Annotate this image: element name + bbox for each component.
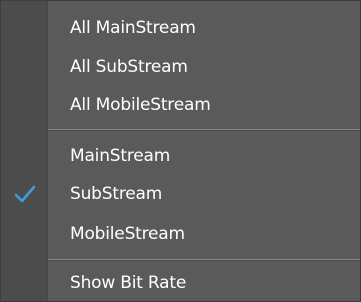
menu-separator <box>48 259 360 261</box>
menu-item-substream[interactable]: SubStream <box>1 176 360 212</box>
context-menu: All MainStream All SubStream All MobileS… <box>0 0 361 302</box>
menu-item-show-bit-rate[interactable]: Show Bit Rate <box>1 265 360 301</box>
menu-item-label: MobileStream <box>70 224 185 244</box>
menu-item-label: SubStream <box>70 184 163 204</box>
menu-item-label: MainStream <box>70 146 171 166</box>
menu-item-all-mainstream[interactable]: All MainStream <box>1 10 360 46</box>
menu-item-label: Show Bit Rate <box>70 273 187 293</box>
menu-item-mobilestream[interactable]: MobileStream <box>1 216 360 252</box>
menu-item-label: All MainStream <box>70 18 196 38</box>
menu-item-mainstream[interactable]: MainStream <box>1 138 360 174</box>
menu-separator <box>48 129 360 131</box>
menu-item-label: All SubStream <box>70 57 188 77</box>
menu-item-all-mobilestream[interactable]: All MobileStream <box>1 87 360 123</box>
menu-item-label: All MobileStream <box>70 95 211 115</box>
checkmark-icon <box>13 184 37 204</box>
menu-item-all-substream[interactable]: All SubStream <box>1 49 360 85</box>
